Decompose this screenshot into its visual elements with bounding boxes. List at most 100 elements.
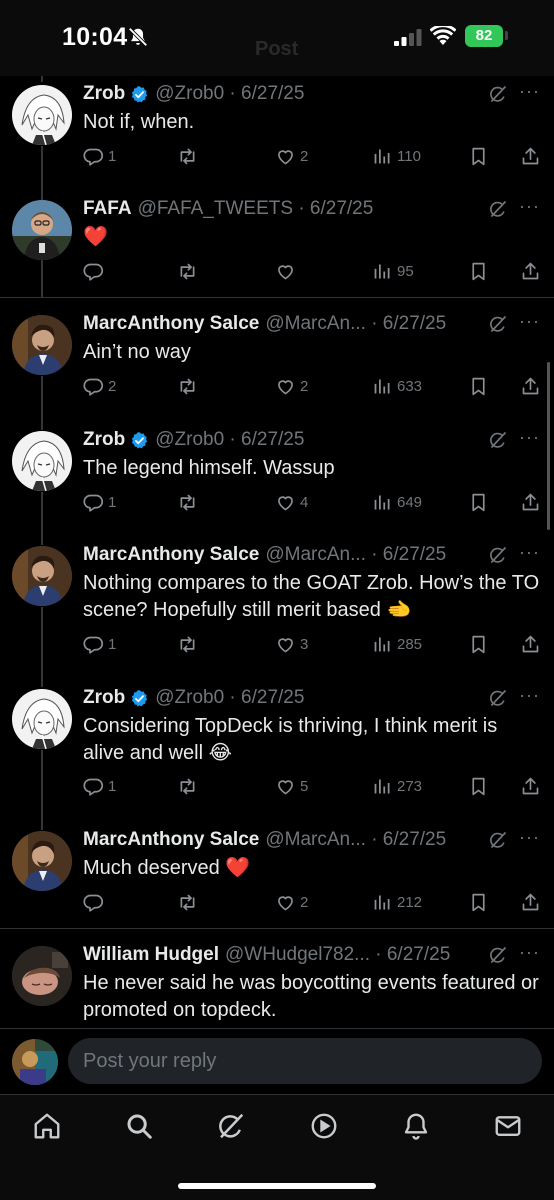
views-button[interactable]: 212 xyxy=(372,889,422,915)
bookmark-button[interactable] xyxy=(468,631,489,657)
avatar[interactable] xyxy=(12,689,72,749)
avatar[interactable] xyxy=(12,946,72,1006)
repost-button[interactable] xyxy=(177,143,202,169)
handle-and-date[interactable]: @WHudgel782... · 6/27/25 xyxy=(225,944,450,966)
bookmark-button[interactable] xyxy=(468,258,489,284)
views-button[interactable]: 649 xyxy=(372,489,422,515)
bookmark-button[interactable] xyxy=(468,889,489,915)
reply-button[interactable] xyxy=(83,258,108,284)
share-button[interactable] xyxy=(520,489,541,515)
share-button[interactable] xyxy=(520,773,541,799)
tweet-header[interactable]: FAFA @FAFA_TWEETS · 6/27/25 xyxy=(83,196,373,222)
grok-icon[interactable] xyxy=(488,545,508,565)
grok-icon[interactable] xyxy=(488,945,508,965)
bookmark-button[interactable] xyxy=(468,373,489,399)
handle-and-date[interactable]: @MarcAn... · 6/27/25 xyxy=(265,829,446,851)
share-button[interactable] xyxy=(520,258,541,284)
handle-and-date[interactable]: @Zrob0 · 6/27/25 xyxy=(155,429,304,451)
bookmark-button[interactable] xyxy=(468,143,489,169)
repost-button[interactable] xyxy=(177,773,202,799)
avatar[interactable] xyxy=(12,431,72,491)
like-button[interactable]: 2 xyxy=(275,143,308,169)
grok-icon[interactable] xyxy=(216,1111,246,1141)
reply-button[interactable]: 2 xyxy=(83,373,116,399)
grok-icon[interactable] xyxy=(488,688,508,708)
more-icon[interactable]: ··· xyxy=(519,828,539,851)
like-button[interactable]: 2 xyxy=(275,373,308,399)
display-name[interactable]: MarcAnthony Salce xyxy=(83,313,259,335)
reply-button[interactable]: 1 xyxy=(83,143,116,169)
more-icon[interactable]: ··· xyxy=(519,543,539,566)
avatar[interactable] xyxy=(12,315,72,375)
bookmark-button[interactable] xyxy=(468,773,489,799)
avatar[interactable] xyxy=(12,200,72,260)
repost-button[interactable] xyxy=(177,889,202,915)
share-button[interactable] xyxy=(520,631,541,657)
grok-icon[interactable] xyxy=(488,84,508,104)
handle-and-date[interactable]: @MarcAn... · 6/27/25 xyxy=(265,544,446,566)
repost-button[interactable] xyxy=(177,489,202,515)
tweet-header[interactable]: Zrob @Zrob0 · 6/27/25 xyxy=(83,81,304,107)
more-icon[interactable]: ··· xyxy=(519,428,539,451)
handle-and-date[interactable]: @FAFA_TWEETS · 6/27/25 xyxy=(138,198,374,220)
tweet-header[interactable]: Zrob @Zrob0 · 6/27/25 xyxy=(83,427,304,453)
grok-icon[interactable] xyxy=(488,199,508,219)
views-button[interactable]: 285 xyxy=(372,631,422,657)
reply-button[interactable]: 1 xyxy=(83,773,116,799)
views-button[interactable]: 273 xyxy=(372,773,422,799)
display-name[interactable]: MarcAnthony Salce xyxy=(83,829,259,851)
share-button[interactable] xyxy=(520,373,541,399)
share-button[interactable] xyxy=(520,889,541,915)
like-button[interactable] xyxy=(275,258,300,284)
like-button[interactable]: 4 xyxy=(275,489,308,515)
repost-button[interactable] xyxy=(177,631,202,657)
display-name[interactable]: Zrob xyxy=(83,83,125,105)
views-button[interactable]: 95 xyxy=(372,258,414,284)
messages-icon[interactable] xyxy=(493,1111,523,1141)
like-button[interactable]: 5 xyxy=(275,773,308,799)
notifications-icon[interactable] xyxy=(401,1111,431,1141)
tweet-header[interactable]: MarcAnthony Salce @MarcAn... · 6/27/25 xyxy=(83,827,446,853)
handle-and-date[interactable]: @MarcAn... · 6/27/25 xyxy=(265,313,446,335)
display-name[interactable]: Zrob xyxy=(83,687,125,709)
avatar[interactable] xyxy=(12,831,72,891)
reply-button[interactable]: 1 xyxy=(83,631,116,657)
reply-input[interactable]: Post your reply xyxy=(68,1038,542,1084)
my-avatar[interactable] xyxy=(12,1039,58,1085)
tweet-header[interactable]: William Hudgel @WHudgel782... · 6/27/25 xyxy=(83,942,450,968)
grok-icon[interactable] xyxy=(488,830,508,850)
like-button[interactable]: 2 xyxy=(275,889,308,915)
views-button[interactable]: 110 xyxy=(372,143,421,169)
tweet-header[interactable]: Zrob @Zrob0 · 6/27/25 xyxy=(83,685,304,711)
more-icon[interactable]: ··· xyxy=(519,943,539,966)
handle-and-date[interactable]: @Zrob0 · 6/27/25 xyxy=(155,83,304,105)
more-icon[interactable]: ··· xyxy=(519,686,539,709)
display-name[interactable]: Zrob xyxy=(83,429,125,451)
bookmark-button[interactable] xyxy=(468,489,489,515)
avatar[interactable] xyxy=(12,85,72,145)
reply-button[interactable] xyxy=(83,889,108,915)
display-name[interactable]: FAFA xyxy=(83,198,132,220)
repost-button[interactable] xyxy=(177,258,202,284)
scrollbar[interactable] xyxy=(547,362,550,530)
avatar[interactable] xyxy=(12,546,72,606)
like-button[interactable]: 3 xyxy=(275,631,308,657)
more-icon[interactable]: ··· xyxy=(519,312,539,335)
more-icon[interactable]: ··· xyxy=(519,197,539,220)
search-icon[interactable] xyxy=(124,1111,154,1141)
home-indicator[interactable] xyxy=(178,1183,376,1189)
repost-button[interactable] xyxy=(177,373,202,399)
home-icon[interactable] xyxy=(32,1111,62,1141)
handle-and-date[interactable]: @Zrob0 · 6/27/25 xyxy=(155,687,304,709)
views-button[interactable]: 633 xyxy=(372,373,422,399)
grok-icon[interactable] xyxy=(488,430,508,450)
grok-icon[interactable] xyxy=(488,314,508,334)
share-button[interactable] xyxy=(520,143,541,169)
tweet-header[interactable]: MarcAnthony Salce @MarcAn... · 6/27/25 xyxy=(83,542,446,568)
reply-button[interactable]: 1 xyxy=(83,489,116,515)
tweet-header[interactable]: MarcAnthony Salce @MarcAn... · 6/27/25 xyxy=(83,311,446,337)
display-name[interactable]: MarcAnthony Salce xyxy=(83,544,259,566)
display-name[interactable]: William Hudgel xyxy=(83,944,219,966)
more-icon[interactable]: ··· xyxy=(519,82,539,105)
video-icon[interactable] xyxy=(309,1111,339,1141)
